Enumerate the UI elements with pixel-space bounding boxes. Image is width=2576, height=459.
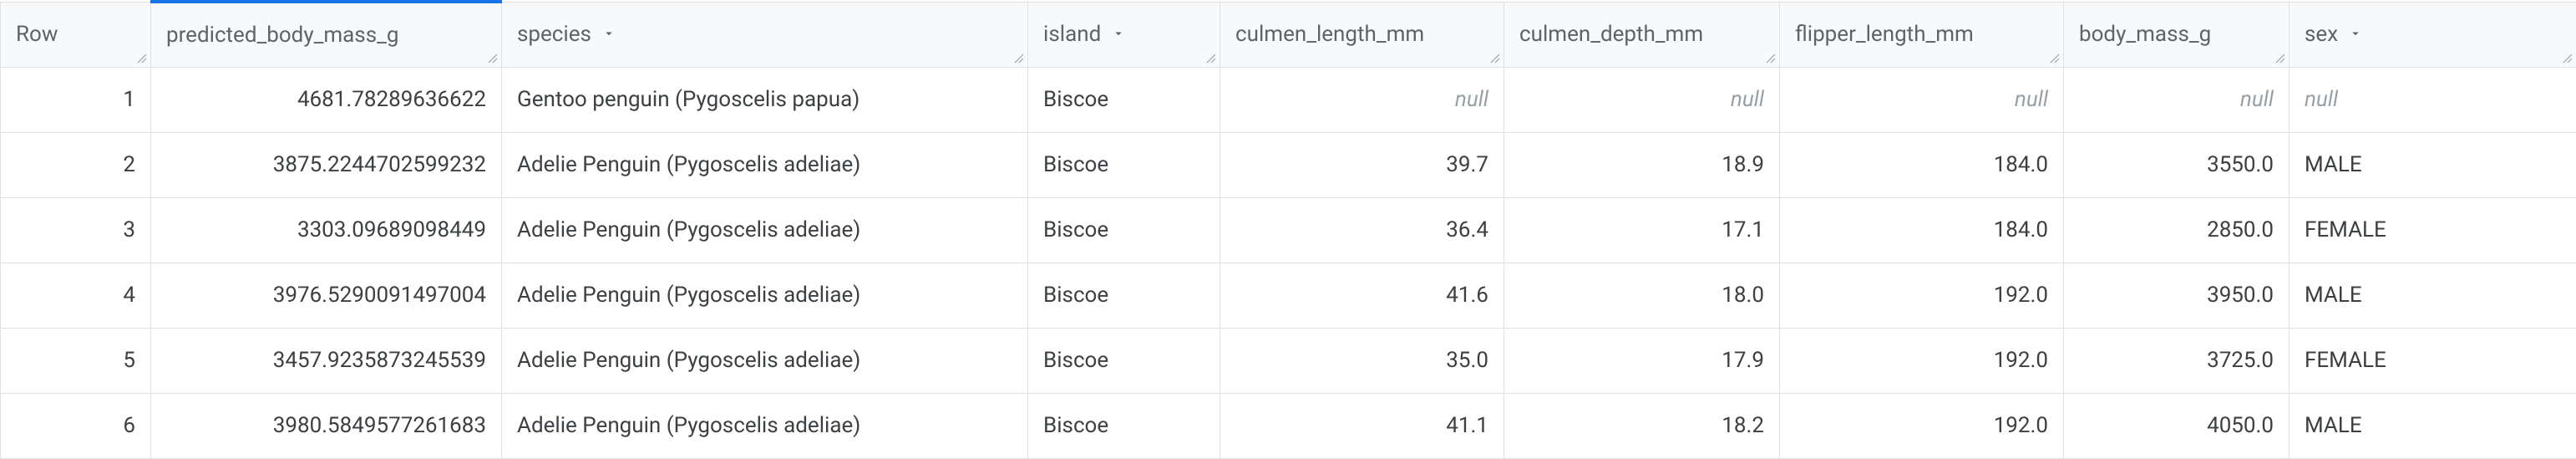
table-row[interactable]: 53457.9235873245539Adelie Penguin (Pygos…	[1, 328, 2576, 393]
cell-species: Adelie Penguin (Pygoscelis adeliae)	[502, 393, 1028, 458]
cell-body_mass_g: 2850.0	[2064, 197, 2289, 263]
cell-island: Biscoe	[1028, 328, 1220, 393]
column-resize-handle[interactable]	[2274, 52, 2287, 65]
column-label: sex	[2305, 22, 2338, 47]
column-label: flipper_length_mm	[1795, 22, 1974, 47]
cell-predicted_body_mass_g: 4681.78289636622	[151, 67, 502, 132]
cell-culmen_depth_mm: 18.9	[1504, 132, 1780, 197]
cell-culmen_length_mm: null	[1220, 67, 1504, 132]
cell-row: 1	[1, 67, 151, 132]
cell-predicted_body_mass_g: 3303.09689098449	[151, 197, 502, 263]
column-resize-handle[interactable]	[486, 52, 499, 65]
cell-sex: MALE	[2289, 393, 2576, 458]
column-resize-handle[interactable]	[1012, 52, 1026, 65]
cell-predicted_body_mass_g: 3976.5290091497004	[151, 263, 502, 328]
column-resize-handle[interactable]	[2561, 52, 2574, 65]
column-header-culmen_depth_mm[interactable]: culmen_depth_mm	[1504, 2, 1780, 67]
cell-species: Adelie Penguin (Pygoscelis adeliae)	[502, 328, 1028, 393]
cell-island: Biscoe	[1028, 393, 1220, 458]
cell-body_mass_g: 3550.0	[2064, 132, 2289, 197]
cell-species: Gentoo penguin (Pygoscelis papua)	[502, 67, 1028, 132]
cell-island: Biscoe	[1028, 197, 1220, 263]
column-label: species	[517, 22, 591, 47]
cell-sex: MALE	[2289, 263, 2576, 328]
column-header-body_mass_g[interactable]: body_mass_g	[2064, 2, 2289, 67]
data-table: Row predicted_body_mass_g species island cul…	[0, 0, 2576, 459]
cell-species: Adelie Penguin (Pygoscelis adeliae)	[502, 197, 1028, 263]
cell-flipper_length_mm: 192.0	[1780, 263, 2064, 328]
cell-culmen_depth_mm: 17.1	[1504, 197, 1780, 263]
table-header: Row predicted_body_mass_g species island cul…	[1, 2, 2576, 67]
cell-body_mass_g: 3950.0	[2064, 263, 2289, 328]
column-label: culmen_length_mm	[1235, 22, 1424, 47]
cell-body_mass_g: 4050.0	[2064, 393, 2289, 458]
cell-culmen_length_mm: 35.0	[1220, 328, 1504, 393]
cell-sex: FEMALE	[2289, 197, 2576, 263]
cell-row: 2	[1, 132, 151, 197]
cell-sex: null	[2289, 67, 2576, 132]
column-header-flipper_length_mm[interactable]: flipper_length_mm	[1780, 2, 2064, 67]
sort-dropdown-icon[interactable]	[1111, 22, 1126, 47]
cell-flipper_length_mm: 192.0	[1780, 328, 2064, 393]
column-header-row[interactable]: Row	[1, 2, 151, 67]
sort-dropdown-icon[interactable]	[601, 22, 616, 47]
cell-culmen_length_mm: 41.6	[1220, 263, 1504, 328]
cell-sex: MALE	[2289, 132, 2576, 197]
cell-body_mass_g: 3725.0	[2064, 328, 2289, 393]
cell-island: Biscoe	[1028, 263, 1220, 328]
column-header-species[interactable]: species	[502, 2, 1028, 67]
column-header-culmen_length_mm[interactable]: culmen_length_mm	[1220, 2, 1504, 67]
table-row[interactable]: 33303.09689098449Adelie Penguin (Pygosce…	[1, 197, 2576, 263]
cell-flipper_length_mm: 192.0	[1780, 393, 2064, 458]
column-resize-handle[interactable]	[2048, 52, 2061, 65]
cell-predicted_body_mass_g: 3875.2244702599232	[151, 132, 502, 197]
cell-flipper_length_mm: 184.0	[1780, 132, 2064, 197]
results-table: Row predicted_body_mass_g species island cul…	[0, 0, 2576, 459]
table-row[interactable]: 14681.78289636622Gentoo penguin (Pygosce…	[1, 67, 2576, 132]
cell-body_mass_g: null	[2064, 67, 2289, 132]
column-label: predicted_body_mass_g	[166, 23, 398, 48]
cell-predicted_body_mass_g: 3980.5849577261683	[151, 393, 502, 458]
cell-culmen_depth_mm: 18.0	[1504, 263, 1780, 328]
column-header-predicted_body_mass_g[interactable]: predicted_body_mass_g	[151, 2, 502, 67]
table-row[interactable]: 23875.2244702599232Adelie Penguin (Pygos…	[1, 132, 2576, 197]
cell-sex: FEMALE	[2289, 328, 2576, 393]
cell-island: Biscoe	[1028, 132, 1220, 197]
column-label: island	[1043, 22, 1101, 47]
cell-culmen_length_mm: 36.4	[1220, 197, 1504, 263]
cell-culmen_length_mm: 41.1	[1220, 393, 1504, 458]
cell-row: 5	[1, 328, 151, 393]
column-label: Row	[16, 22, 58, 47]
column-header-sex[interactable]: sex	[2289, 2, 2576, 67]
cell-culmen_depth_mm: null	[1504, 67, 1780, 132]
column-label: body_mass_g	[2079, 22, 2211, 47]
cell-row: 4	[1, 263, 151, 328]
sort-dropdown-icon[interactable]	[2348, 22, 2363, 47]
table-row[interactable]: 63980.5849577261683Adelie Penguin (Pygos…	[1, 393, 2576, 458]
cell-culmen_length_mm: 39.7	[1220, 132, 1504, 197]
cell-species: Adelie Penguin (Pygoscelis adeliae)	[502, 263, 1028, 328]
cell-predicted_body_mass_g: 3457.9235873245539	[151, 328, 502, 393]
table-body: 14681.78289636622Gentoo penguin (Pygosce…	[1, 67, 2576, 458]
column-label: culmen_depth_mm	[1519, 22, 1703, 47]
column-resize-handle[interactable]	[135, 52, 149, 65]
column-resize-handle[interactable]	[1204, 52, 1218, 65]
cell-species: Adelie Penguin (Pygoscelis adeliae)	[502, 132, 1028, 197]
cell-flipper_length_mm: 184.0	[1780, 197, 2064, 263]
cell-island: Biscoe	[1028, 67, 1220, 132]
column-header-island[interactable]: island	[1028, 2, 1220, 67]
cell-culmen_depth_mm: 18.2	[1504, 393, 1780, 458]
column-resize-handle[interactable]	[1488, 52, 1502, 65]
cell-row: 6	[1, 393, 151, 458]
table-row[interactable]: 43976.5290091497004Adelie Penguin (Pygos…	[1, 263, 2576, 328]
cell-row: 3	[1, 197, 151, 263]
cell-flipper_length_mm: null	[1780, 67, 2064, 132]
column-resize-handle[interactable]	[1764, 52, 1777, 65]
cell-culmen_depth_mm: 17.9	[1504, 328, 1780, 393]
